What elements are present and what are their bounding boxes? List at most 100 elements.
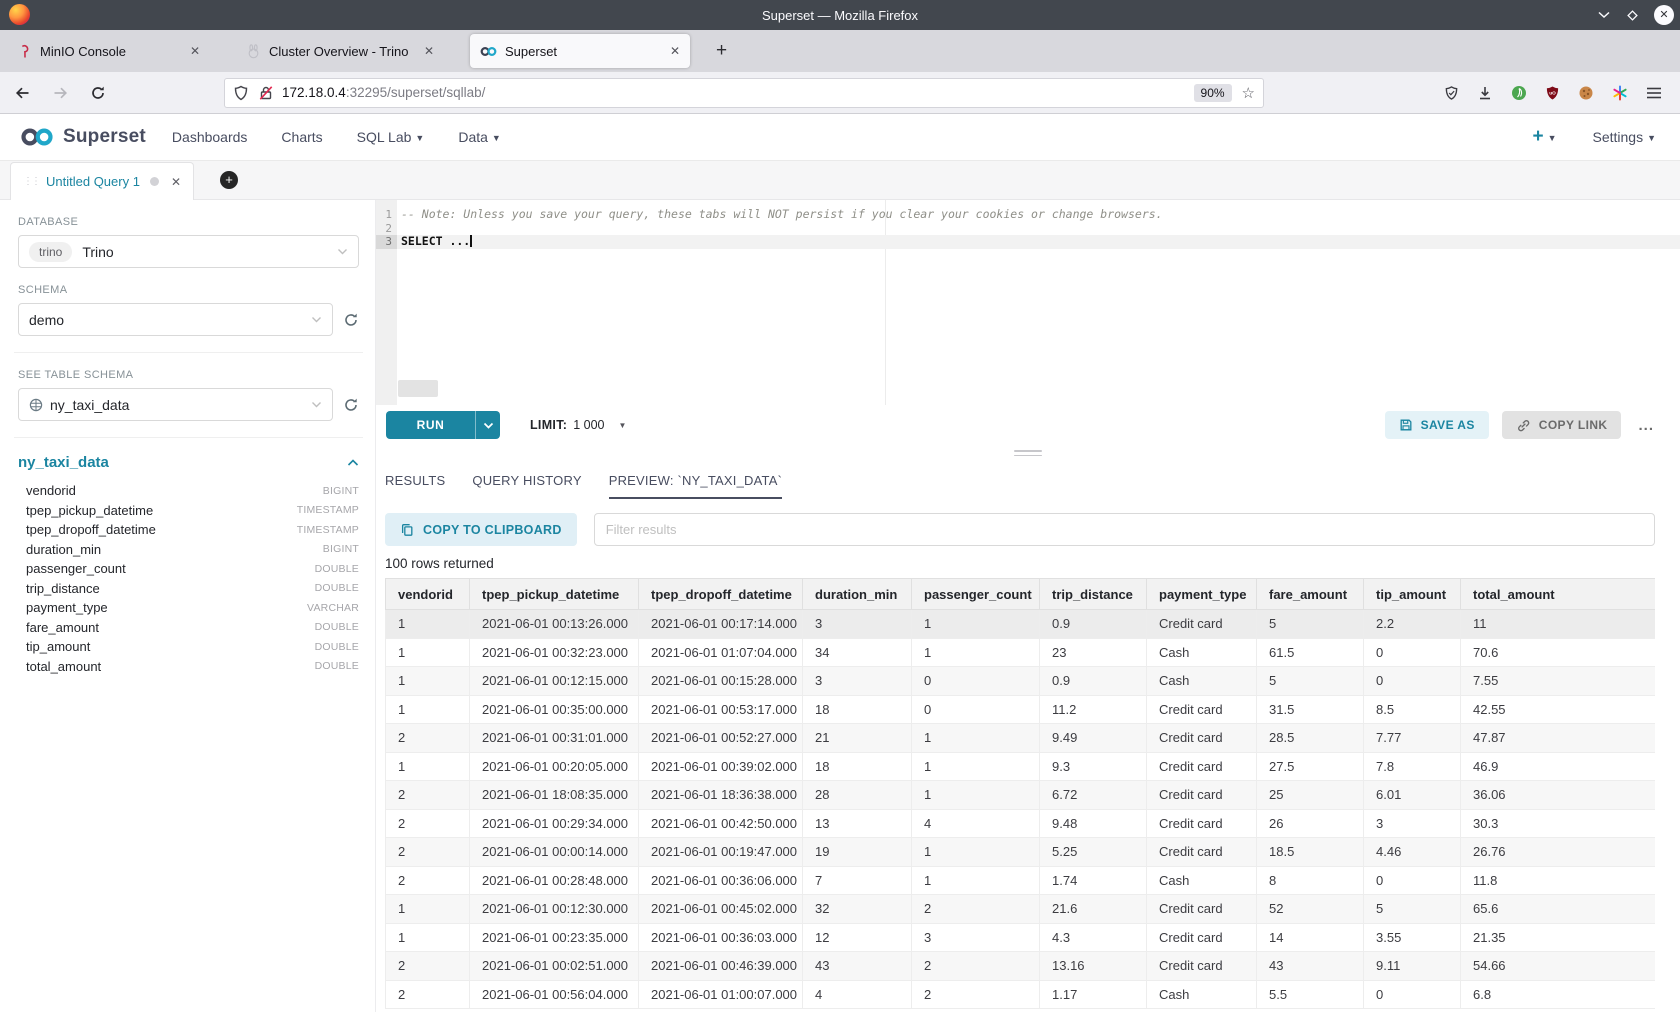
- nav-item-data[interactable]: Data▼: [458, 129, 501, 145]
- table-row[interactable]: 22021-06-01 18:08:35.0002021-06-01 18:36…: [386, 781, 1656, 810]
- table-cell: 21: [803, 724, 912, 753]
- nav-item-charts[interactable]: Charts: [281, 129, 322, 145]
- browser-tab-minio[interactable]: MinIO Console ✕: [8, 34, 210, 68]
- pocket-shield-icon[interactable]: [1444, 85, 1459, 101]
- table-cell: 6.8: [1461, 980, 1656, 1009]
- table-cell: 26: [1257, 809, 1364, 838]
- nav-item-dashboards[interactable]: Dashboards: [172, 129, 248, 145]
- table-row[interactable]: 12021-06-01 00:12:15.0002021-06-01 00:15…: [386, 667, 1656, 696]
- table-schema-title[interactable]: ny_taxi_data: [18, 454, 347, 471]
- tab-close-icon[interactable]: ✕: [190, 44, 200, 58]
- refresh-table-icon[interactable]: [343, 397, 359, 413]
- table-cell: 8.5: [1364, 695, 1461, 724]
- column-header[interactable]: duration_min: [803, 579, 912, 610]
- tab-preview-ny-taxi-data[interactable]: PREVIEW: `NY_TAXI_DATA`: [609, 463, 782, 499]
- column-type: DOUBLE: [315, 621, 359, 633]
- run-button[interactable]: RUN: [386, 411, 500, 439]
- limit-control[interactable]: LIMIT: 1 000 ▼: [530, 418, 626, 432]
- results-table-container: vendoridtpep_pickup_datetimetpep_dropoff…: [385, 578, 1655, 1012]
- run-options-caret[interactable]: [475, 411, 500, 439]
- nav-item-sql-lab[interactable]: SQL Lab▼: [357, 129, 425, 145]
- column-row: payment_typeVARCHAR: [18, 598, 359, 618]
- table-cell: 3.55: [1364, 923, 1461, 952]
- table-row[interactable]: 22021-06-01 00:29:34.0002021-06-01 00:42…: [386, 809, 1656, 838]
- settings-menu[interactable]: Settings▼: [1592, 129, 1656, 145]
- add-new-button[interactable]: +▼: [1532, 126, 1556, 148]
- table-row[interactable]: 22021-06-01 00:31:01.0002021-06-01 00:52…: [386, 724, 1656, 753]
- table-row[interactable]: 12021-06-01 00:23:35.0002021-06-01 00:36…: [386, 923, 1656, 952]
- browser-tab-superset[interactable]: Superset ✕: [470, 34, 690, 68]
- cookie-icon[interactable]: [1578, 85, 1594, 101]
- back-icon[interactable]: [14, 85, 31, 101]
- extension-asterisk-icon[interactable]: [1612, 85, 1628, 101]
- column-row: duration_minBIGINT: [18, 540, 359, 560]
- column-header[interactable]: tpep_pickup_datetime: [470, 579, 639, 610]
- pane-divider[interactable]: [376, 445, 1680, 463]
- copy-to-clipboard-button[interactable]: COPY TO CLIPBOARD: [385, 513, 577, 546]
- add-query-tab-button[interactable]: +: [220, 171, 238, 189]
- table-row[interactable]: 12021-06-01 00:12:30.0002021-06-01 00:45…: [386, 895, 1656, 924]
- ublock-icon[interactable]: uO: [1545, 85, 1560, 101]
- window-minimize-icon[interactable]: [1597, 11, 1611, 19]
- table-row[interactable]: 22021-06-01 00:02:51.0002021-06-01 00:46…: [386, 952, 1656, 981]
- table-cell: 2021-06-01 00:15:28.000: [639, 667, 803, 696]
- pane-drag-handle-icon[interactable]: [1014, 450, 1042, 459]
- downloads-icon[interactable]: [1477, 85, 1493, 101]
- column-header[interactable]: payment_type: [1147, 579, 1257, 610]
- database-select[interactable]: trino Trino: [18, 235, 359, 268]
- limit-label: LIMIT:: [530, 418, 567, 432]
- table-cell: 2021-06-01 00:29:34.000: [470, 809, 639, 838]
- table-cell: Cash: [1147, 667, 1257, 696]
- more-options-button[interactable]: ...: [1634, 417, 1658, 434]
- lock-insecure-icon[interactable]: [258, 85, 274, 101]
- browser-tab-trino[interactable]: Cluster Overview - Trino ✕: [236, 34, 444, 68]
- divider: [14, 437, 363, 438]
- table-row[interactable]: 12021-06-01 00:35:00.0002021-06-01 00:53…: [386, 695, 1656, 724]
- shield-icon[interactable]: [233, 85, 249, 101]
- forward-icon[interactable]: [52, 85, 69, 101]
- table-row[interactable]: 22021-06-01 00:56:04.0002021-06-01 01:00…: [386, 980, 1656, 1009]
- reload-icon[interactable]: [90, 85, 106, 101]
- tab-query-history[interactable]: QUERY HISTORY: [472, 463, 581, 499]
- superset-logo[interactable]: Superset: [18, 126, 146, 148]
- schema-select[interactable]: demo: [18, 303, 333, 336]
- column-header[interactable]: passenger_count: [912, 579, 1040, 610]
- column-header[interactable]: tpep_dropoff_datetime: [639, 579, 803, 610]
- menu-hamburger-icon[interactable]: [1646, 86, 1662, 100]
- window-maximize-icon[interactable]: [1626, 9, 1639, 22]
- copy-link-button[interactable]: COPY LINK: [1502, 411, 1622, 439]
- column-header[interactable]: vendorid: [386, 579, 470, 610]
- new-tab-button[interactable]: +: [708, 34, 735, 68]
- sql-editor[interactable]: 1 -- Note: Unless you save your query, t…: [376, 200, 1680, 405]
- table-row[interactable]: 12021-06-01 00:32:23.0002021-06-01 01:07…: [386, 638, 1656, 667]
- tab-results[interactable]: RESULTS: [385, 463, 445, 499]
- table-row[interactable]: 12021-06-01 00:20:05.0002021-06-01 00:39…: [386, 752, 1656, 781]
- collapse-chevron-icon[interactable]: [347, 459, 359, 467]
- url-bar[interactable]: 172.18.0.4:32295/superset/sqllab/ 90% ☆: [224, 78, 1264, 108]
- table-select[interactable]: ny_taxi_data: [18, 388, 333, 421]
- firefox-logo-icon: [9, 4, 30, 25]
- editor-hscrollbar[interactable]: [398, 380, 438, 397]
- column-header[interactable]: tip_amount: [1364, 579, 1461, 610]
- zoom-level-badge[interactable]: 90%: [1194, 84, 1232, 102]
- column-header[interactable]: total_amount: [1461, 579, 1656, 610]
- save-as-button[interactable]: SAVE AS: [1385, 411, 1489, 439]
- table-cell: 1: [912, 610, 1040, 639]
- column-header[interactable]: fare_amount: [1257, 579, 1364, 610]
- tab-close-icon[interactable]: ✕: [424, 44, 434, 58]
- tab-close-icon[interactable]: ✕: [670, 44, 680, 58]
- query-tab-active[interactable]: ⋮⋮ Untitled Query 1 ✕: [10, 162, 194, 200]
- drag-handle-icon[interactable]: ⋮⋮: [23, 176, 39, 187]
- table-row[interactable]: 22021-06-01 00:28:48.0002021-06-01 00:36…: [386, 866, 1656, 895]
- extension-green-icon[interactable]: [1511, 85, 1527, 101]
- table-row[interactable]: 12021-06-01 00:13:26.0002021-06-01 00:17…: [386, 610, 1656, 639]
- table-row[interactable]: 22021-06-01 00:00:14.0002021-06-01 00:19…: [386, 838, 1656, 867]
- window-close-icon[interactable]: ✕: [1654, 5, 1674, 25]
- results-table-body: 12021-06-01 00:13:26.0002021-06-01 00:17…: [386, 610, 1656, 1009]
- bookmark-star-icon[interactable]: ☆: [1242, 84, 1255, 102]
- table-cell: 1: [912, 724, 1040, 753]
- query-tab-close-icon[interactable]: ✕: [171, 175, 181, 189]
- refresh-schema-icon[interactable]: [343, 312, 359, 328]
- filter-results-input[interactable]: [594, 513, 1655, 546]
- column-header[interactable]: trip_distance: [1040, 579, 1147, 610]
